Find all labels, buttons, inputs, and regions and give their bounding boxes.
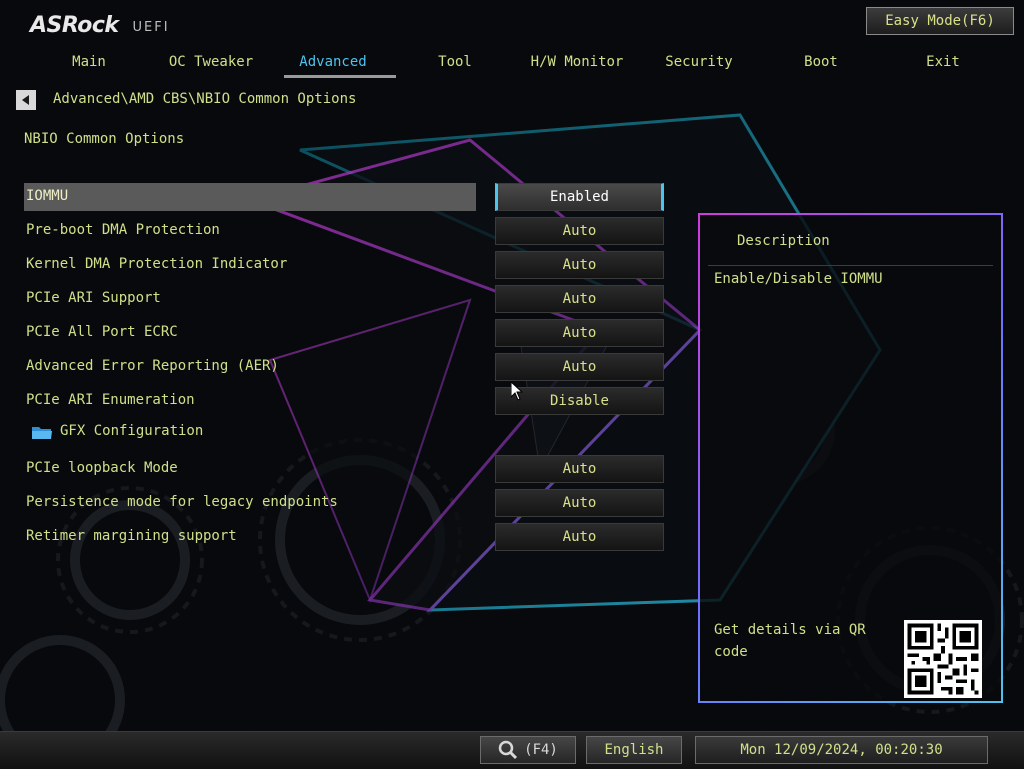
setting-label: PCIe ARI Support (26, 290, 161, 306)
mouse-pointer-icon (511, 382, 523, 401)
setting-pcie-ari-support[interactable]: PCIe ARI Support Auto (24, 285, 664, 313)
uefi-text: UEFI (132, 20, 170, 35)
setting-pcie-loopback-mode[interactable]: PCIe loopback Mode Auto (24, 455, 664, 483)
setting-label: Kernel DMA Protection Indicator (26, 256, 288, 272)
setting-label: Persistence mode for legacy endpoints (26, 494, 338, 510)
setting-label: PCIe ARI Enumeration (26, 392, 195, 408)
setting-kernel-dma-protection-indicator[interactable]: Kernel DMA Protection Indicator Auto (24, 251, 664, 279)
tab-boot[interactable]: Boot (760, 52, 882, 76)
tab-security[interactable]: Security (638, 52, 760, 76)
back-button[interactable] (16, 90, 36, 110)
setting-label: Retimer margining support (26, 528, 237, 544)
breadcrumb: Advanced\AMD CBS\NBIO Common Options (53, 91, 357, 107)
folder-icon (32, 427, 52, 439)
date-time-display: Mon 12/09/2024, 00:20:30 (695, 736, 988, 764)
selection-highlight (24, 183, 476, 211)
setting-pcie-ari-enumeration[interactable]: PCIe ARI Enumeration Disable (24, 387, 664, 415)
search-button[interactable]: (F4) (480, 736, 576, 764)
setting-preboot-dma-protection[interactable]: Pre-boot DMA Protection Auto (24, 217, 664, 245)
magnifier-icon (498, 740, 518, 760)
search-shortcut: (F4) (524, 742, 558, 758)
setting-iommu[interactable]: IOMMU Enabled (24, 183, 664, 211)
description-divider (708, 265, 993, 266)
brand-text: ASRock (30, 13, 119, 38)
language-button[interactable]: English (586, 736, 682, 764)
setting-label: Advanced Error Reporting (AER) (26, 358, 279, 374)
easy-mode-button[interactable]: Easy Mode(F6) (866, 7, 1014, 35)
qr-code (904, 620, 982, 698)
description-heading: Description (737, 233, 830, 249)
tab-hw-monitor[interactable]: H/W Monitor (516, 52, 638, 76)
submenu-gfx-configuration[interactable]: GFX Configuration (24, 418, 664, 446)
tab-tool[interactable]: Tool (394, 52, 516, 76)
setting-value-button[interactable]: Auto (495, 285, 664, 313)
tab-advanced[interactable]: Advanced (272, 52, 396, 78)
setting-label: Pre-boot DMA Protection (26, 222, 220, 238)
setting-advanced-error-reporting[interactable]: Advanced Error Reporting (AER) Auto (24, 353, 664, 381)
setting-value-button[interactable]: Auto (495, 489, 664, 517)
setting-value-button[interactable]: Enabled (495, 183, 664, 211)
asrock-logo: ASRock UEFI (30, 8, 170, 38)
setting-label: PCIe All Port ECRC (26, 324, 178, 340)
setting-retimer-margining-support[interactable]: Retimer margining support Auto (24, 523, 664, 551)
setting-pcie-all-port-ecrc[interactable]: PCIe All Port ECRC Auto (24, 319, 664, 347)
description-text: Enable/Disable IOMMU (714, 271, 883, 287)
page-title: NBIO Common Options (24, 131, 185, 147)
setting-label: PCIe loopback Mode (26, 460, 178, 476)
setting-value-button[interactable]: Auto (495, 251, 664, 279)
setting-value-button[interactable]: Auto (495, 319, 664, 347)
tab-oc-tweaker[interactable]: OC Tweaker (150, 52, 272, 76)
tab-exit[interactable]: Exit (882, 52, 1004, 76)
setting-persistence-mode-legacy-endpoints[interactable]: Persistence mode for legacy endpoints Au… (24, 489, 664, 517)
setting-label: IOMMU (26, 188, 69, 204)
submenu-label: GFX Configuration (60, 423, 204, 439)
setting-value-button[interactable]: Auto (495, 455, 664, 483)
qr-details-text: Get details via QR code (714, 622, 866, 660)
setting-value-button[interactable]: Auto (495, 523, 664, 551)
description-panel: Description Enable/Disable IOMMU Get det… (698, 213, 1003, 703)
setting-value-button[interactable]: Auto (495, 217, 664, 245)
setting-value-button[interactable]: Auto (495, 353, 664, 381)
main-tab-bar: Main OC Tweaker Advanced Tool H/W Monito… (28, 52, 1008, 78)
tab-main[interactable]: Main (28, 52, 150, 76)
